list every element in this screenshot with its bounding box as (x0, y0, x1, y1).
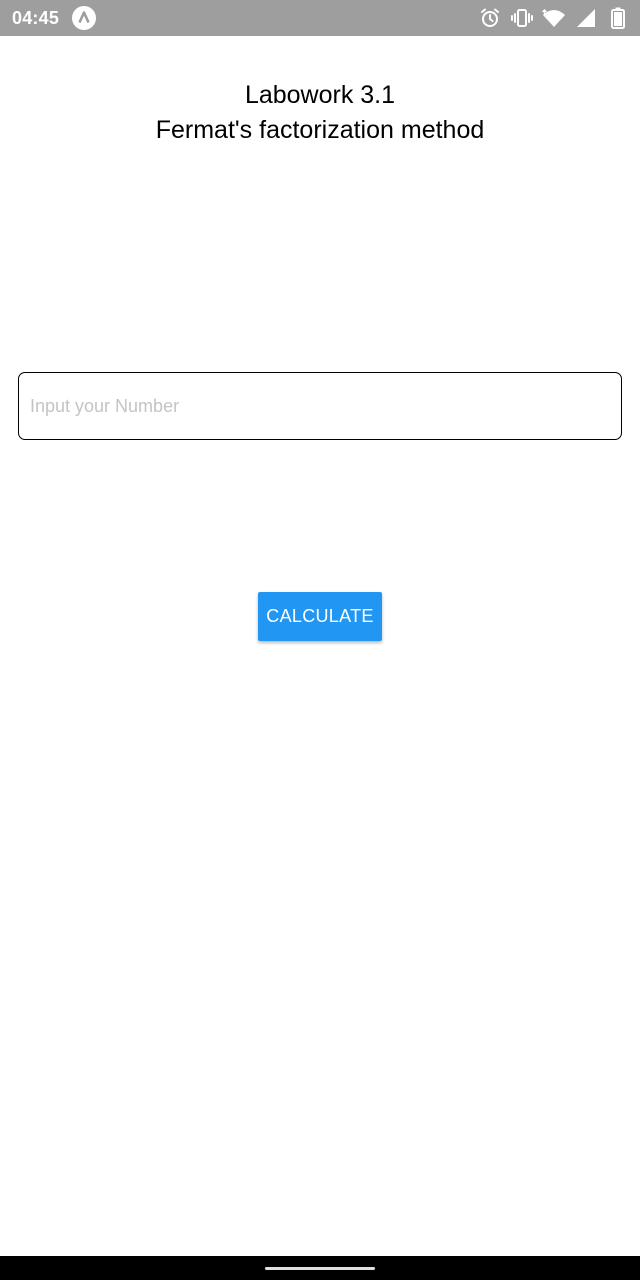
calculate-button[interactable]: CALCULATE (258, 592, 382, 641)
status-bar: 04:45 (0, 0, 640, 36)
wifi-icon (542, 6, 566, 30)
status-icons (478, 6, 630, 30)
number-input[interactable] (18, 372, 622, 440)
home-gesture-handle[interactable] (265, 1267, 375, 1270)
app-screen: 04:45 Labowork 3.1 Fermat's factorizatio… (0, 0, 640, 1280)
alarm-icon (478, 6, 502, 30)
page-title: Labowork 3.1 Fermat's factorization meth… (0, 78, 640, 148)
title-line-1: Labowork 3.1 (244, 81, 396, 109)
signal-icon (574, 6, 598, 30)
title-line-2: Fermat's factorization method (155, 116, 485, 144)
battery-icon (606, 6, 630, 30)
status-time: 04:45 (12, 8, 60, 28)
vibrate-icon (510, 6, 534, 30)
navigation-bar (0, 1256, 640, 1280)
app-notification-icon (72, 6, 96, 30)
